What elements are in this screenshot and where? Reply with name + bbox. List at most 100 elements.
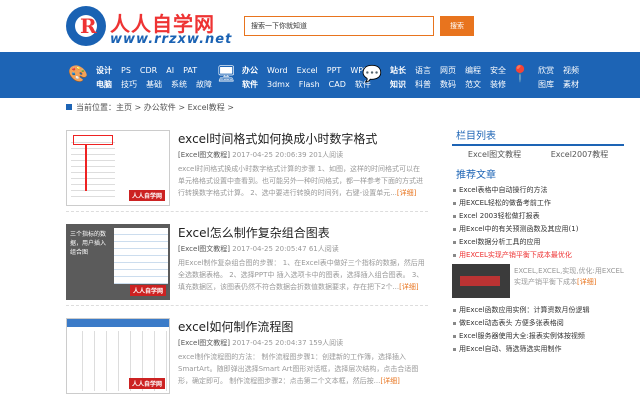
read-more-link[interactable]: [详细] [380,377,399,385]
article-title[interactable]: Excel怎么制作复杂组合图表 [178,224,330,241]
nav-item[interactable]: 装修 [490,79,506,90]
nav-item[interactable]: Excel [297,66,318,75]
list-item[interactable]: 用Excel自动、筛选筛选实用制作 [452,343,624,356]
list-item[interactable]: 用Excel中的有关预测函数及其应用(1) [452,223,624,236]
nav-item[interactable]: 知识 [390,79,406,90]
read-more-link[interactable]: [详细] [397,189,416,197]
nav-item[interactable]: 基础 [146,79,162,90]
featured-thumbnail[interactable] [452,264,510,298]
list-item[interactable]: Excel表格中自动操行的方法 [452,184,624,197]
list-item[interactable]: 用EXCEL轻松的做备考前工作 [452,197,624,210]
article-title[interactable]: excel时间格式如何换成小时数字格式 [178,130,377,147]
featured-text: EXCEL,EXCEL,实现,优化:用EXCEL实现产销平衡下成本 [514,267,624,286]
search-input[interactable] [244,16,434,36]
nav-item[interactable]: 视频 [563,65,579,76]
nav-item[interactable]: PS [121,66,131,75]
site-header: R 人人自学网 www.rrzxw.net 搜索 [0,0,640,52]
article-meta: [Excel图文教程] 2017-04-25 20:06:39 201人阅读 [178,150,343,160]
nav-item[interactable]: 系统 [171,79,187,90]
nav-row-2: 知识 科普 数码 范文 装修 [390,79,515,90]
nav-item[interactable]: 范文 [465,79,481,90]
article-summary: excel时间格式换成小时数字格式计算的步骤 1、如图，这样的时间格式可以在单元… [178,163,426,199]
breadcrumb: 当前位置：主页 > 办公软件 > Excel教程 > [66,100,626,116]
read-more-link[interactable]: [详细] [577,278,596,286]
palette-icon: 🎨 [68,64,88,83]
list-item[interactable]: Excel服务器使用大全:报表实例体按视频 [452,330,624,343]
article-title[interactable]: excel如何制作流程图 [178,318,293,335]
columns-title: 栏目列表 [452,128,624,146]
nav-row-1: 办公 Word Excel PPT WPS [242,65,377,76]
nav-item[interactable]: 安全 [490,65,506,76]
list-item-hot[interactable]: 用EXCEL实现产销平衡下成本最优化 [452,249,624,262]
recommend-list-2: 用Excel函数应用实例：计算资数月份逻辑 做Excel动态表头 方便多张表格阅… [452,304,624,356]
logo-url: www.rrzxw.net [110,32,233,47]
nav-item[interactable]: 编程 [465,65,481,76]
article-category[interactable]: [Excel图文教程] [178,245,230,253]
article-thumbnail[interactable]: 人人自学网 [66,130,170,206]
recommend-list: Excel表格中自动操行的方法 用EXCEL轻松的做备考前工作 Excel 20… [452,184,624,262]
nav-item[interactable]: 技巧 [121,79,137,90]
article-category[interactable]: [Excel图文教程] [178,339,230,347]
nav-item[interactable]: 网页 [440,65,456,76]
thumb-ribbon [67,319,169,327]
list-item[interactable]: 用Excel函数应用实例：计算资数月份逻辑 [452,304,624,317]
nav-item[interactable]: 3dmx [267,80,290,89]
nav-item[interactable]: 办公 [242,65,258,76]
nav-item[interactable]: 数码 [440,79,456,90]
logo-letter: R [80,14,97,38]
search-button[interactable]: 搜索 [440,16,474,36]
nav-item[interactable]: 图库 [538,79,554,90]
breadcrumb-path[interactable]: 主页 > 办公软件 > Excel教程 > [116,103,234,112]
nav-row-1: 设计 PS CDR AI PAT [96,65,206,76]
summary-text: 用Excel制作复杂组合图的步骤： 1、在Excel表中做好三个指标的数据，然后… [178,259,425,291]
main-nav: 🎨 设计 PS CDR AI PAT 电脑 技巧 基础 系统 故障 🖥 办公 Word Excel P… [0,52,640,98]
article-date-views: 2017-04-25 20:06:39 201人阅读 [232,151,344,159]
list-item[interactable]: Excel数据分析工具的应用 [452,236,624,249]
nav-item[interactable]: 电脑 [96,79,112,90]
nav-item[interactable]: CDR [140,66,157,75]
nav-item[interactable]: 语言 [415,65,431,76]
article-meta: [Excel图文教程] 2017-04-25 20:04:37 159人阅读 [178,338,343,348]
nav-item[interactable]: 欣赏 [538,65,554,76]
article-summary: 用Excel制作复杂组合图的步骤： 1、在Excel表中做好三个指标的数据，然后… [178,257,426,293]
nav-item[interactable]: PPT [327,66,342,75]
page: R 人人自学网 www.rrzxw.net 搜索 🎨 设计 PS CDR AI PAT … [0,0,640,404]
watermark-badge: 人人自学网 [129,285,166,296]
nav-row-2: 软件 3dmx Flash CAD 软件 [242,79,380,90]
nav-row-2: 电脑 技巧 基础 系统 故障 [96,79,221,90]
article-category[interactable]: [Excel图文教程] [178,151,230,159]
nav-item[interactable]: 科普 [415,79,431,90]
column-link[interactable]: Excel2007教程 [537,146,622,164]
nav-item[interactable]: 素材 [563,79,579,90]
read-more-link[interactable]: [详细] [399,283,418,291]
summary-text: excel时间格式换成小时数字格式计算的步骤 1、如图，这样的时间格式可以在单元… [178,165,423,197]
column-link[interactable]: Excel图文教程 [452,146,537,164]
article-thumbnail[interactable]: 人人自学网 [66,318,170,394]
watermark-badge: 人人自学网 [128,378,165,389]
nav-item[interactable]: 软件 [242,79,258,90]
column-list: Excel图文教程 Excel2007教程 [452,146,624,164]
list-item[interactable]: 做Excel动态表头 方便多张表格阅 [452,317,624,330]
featured-article: EXCEL,EXCEL,实现,优化:用EXCEL实现产销平衡下成本[详细] [452,264,624,300]
article-thumbnail[interactable]: 三个指标的数据，用户插入组合图 人人自学网 [66,224,170,300]
nav-item[interactable]: PAT [183,66,197,75]
article-item: 三个指标的数据，用户插入组合图 人人自学网 Excel怎么制作复杂组合图表 [E… [66,218,428,306]
recommend-section: 推荐文章 Excel表格中自动操行的方法 用EXCEL轻松的做备考前工作 Exc… [452,168,624,356]
article-meta: [Excel图文教程] 2017-04-25 20:05:47 61人阅读 [178,244,339,254]
recommend-title: 推荐文章 [456,170,496,181]
list-item[interactable]: Excel 2003轻松做打报表 [452,210,624,223]
nav-item[interactable]: CAD [329,80,346,89]
featured-summary: EXCEL,EXCEL,实现,优化:用EXCEL实现产销平衡下成本[详细] [514,266,624,288]
watermark-badge: 人人自学网 [128,190,165,201]
nav-item[interactable]: AI [166,66,174,75]
nav-item[interactable]: Word [267,66,288,75]
article-summary: excel制作流程图的方法： 制作流程图步骤1：创建新的工作簿，选择插入Smar… [178,351,426,387]
nav-item[interactable]: Flash [299,80,320,89]
article-item: 人人自学网 excel如何制作流程图 [Excel图文教程] 2017-04-2… [66,312,428,400]
thumb-table [114,228,168,284]
nav-item[interactable]: 故障 [196,79,212,90]
nav-item[interactable]: 站长 [390,65,406,76]
monitor-icon: 🖥 [216,64,237,83]
site-logo[interactable]: R 人人自学网 www.rrzxw.net [66,6,236,48]
nav-item[interactable]: 设计 [96,65,112,76]
